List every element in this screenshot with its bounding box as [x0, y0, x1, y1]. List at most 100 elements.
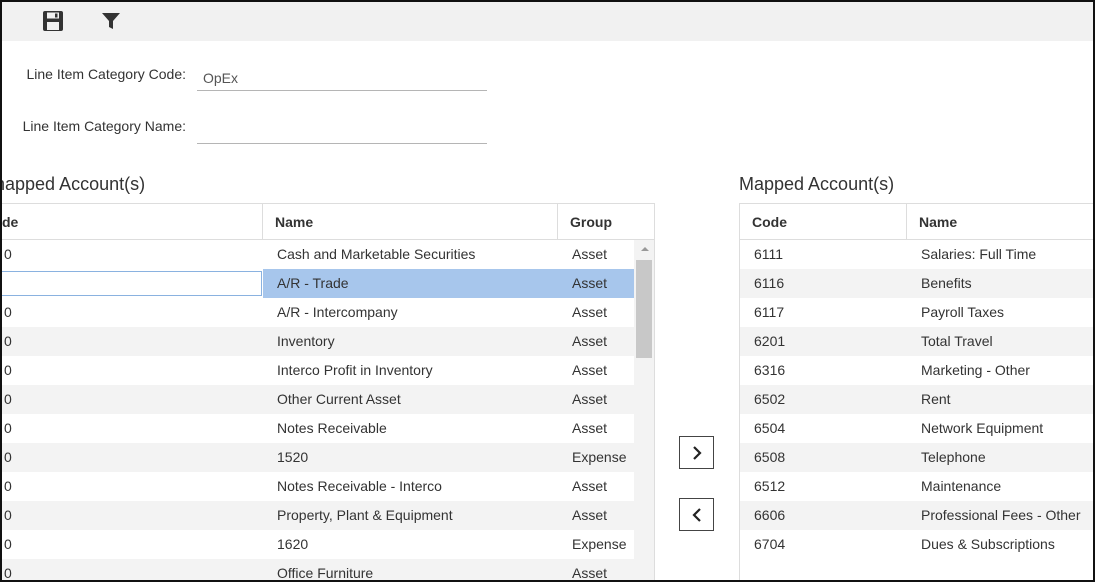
app-window: Line Item Category Code: Line Item Categ…	[0, 0, 1095, 582]
table-row[interactable]: 0 A/R - Intercompany Asset	[2, 298, 634, 327]
code-cell: 6512	[754, 478, 786, 494]
column-header-code[interactable]: Code	[740, 204, 907, 240]
code-edit-input[interactable]	[2, 271, 262, 296]
table-row[interactable]: 6117 Payroll Taxes	[740, 298, 1093, 327]
group-cell: Asset	[572, 304, 608, 320]
group-cell: Asset	[572, 478, 608, 494]
table-row[interactable]: 6316 Marketing - Other	[740, 356, 1093, 385]
category-name-label: Line Item Category Name:	[22, 118, 186, 134]
mapped-accounts-title: Mapped Account(s)	[739, 174, 895, 194]
table-row[interactable]: 6504 Network Equipment	[740, 414, 1093, 443]
category-code-label: Line Item Category Code:	[26, 66, 186, 82]
column-header-name[interactable]: Name	[263, 204, 558, 240]
category-code-input[interactable]	[197, 65, 487, 91]
column-header-code[interactable]: de	[2, 204, 263, 240]
column-header-group[interactable]: Group	[558, 204, 655, 240]
code-cell: 0	[4, 246, 12, 262]
name-cell: Salaries: Full Time	[921, 246, 1037, 262]
grid-header: Code Name	[740, 203, 1093, 240]
mapped-accounts-grid: Code Name 6111 Salaries: Full Time 6116 …	[739, 203, 1093, 580]
code-cell: 0	[4, 391, 12, 407]
name-cell: Network Equipment	[921, 420, 1044, 436]
move-to-unmapped-button[interactable]	[679, 498, 714, 531]
code-cell: 6606	[754, 507, 786, 523]
table-row[interactable]: 6201 Total Travel	[740, 327, 1093, 356]
table-row[interactable]: 6704 Dues & Subscriptions	[740, 530, 1093, 559]
table-row[interactable]: 0 Inventory Asset	[2, 327, 634, 356]
table-row[interactable]: 6508 Telephone	[740, 443, 1093, 472]
group-cell: Expense	[572, 536, 627, 552]
table-row[interactable]: 0 Interco Profit in Inventory Asset	[2, 356, 634, 385]
name-cell: Property, Plant & Equipment	[277, 507, 453, 523]
code-cell: 6504	[754, 420, 786, 436]
group-cell: Asset	[572, 246, 608, 262]
table-row[interactable]: 0 1620 Expense	[2, 530, 634, 559]
table-row[interactable]: 6512 Maintenance	[740, 472, 1093, 501]
code-cell: 6704	[754, 536, 786, 552]
name-cell: Inventory	[277, 333, 335, 349]
code-cell: 6116	[754, 275, 785, 291]
group-cell: Asset	[572, 391, 608, 407]
name-cell: Total Travel	[921, 333, 993, 349]
name-cell: Benefits	[921, 275, 972, 291]
table-row[interactable]: 6502 Rent	[740, 385, 1093, 414]
code-cell: 0	[4, 565, 12, 581]
table-row[interactable]: 0 1520 Expense	[2, 443, 634, 472]
table-row[interactable]: 0 Notes Receivable - Interco Asset	[2, 472, 634, 501]
code-cell: 0	[4, 304, 12, 320]
group-cell: Asset	[572, 275, 608, 291]
name-cell: Notes Receivable - Interco	[277, 478, 442, 494]
table-row[interactable]: 0 Notes Receivable Asset	[2, 414, 634, 443]
move-to-mapped-button[interactable]	[679, 436, 714, 469]
code-cell: 6502	[754, 391, 786, 407]
name-cell: Notes Receivable	[277, 420, 387, 436]
scroll-up-arrow-icon[interactable]	[634, 240, 655, 258]
name-cell: Interco Profit in Inventory	[277, 362, 433, 378]
table-row[interactable]: 6111 Salaries: Full Time	[740, 240, 1093, 269]
name-cell: Cash and Marketable Securities	[277, 246, 476, 262]
code-cell: 6316	[754, 362, 786, 378]
group-cell: Expense	[572, 449, 627, 465]
name-cell: Other Current Asset	[277, 391, 401, 407]
name-cell: Maintenance	[921, 478, 1002, 494]
column-header-name[interactable]: Name	[907, 204, 1093, 240]
filter-button[interactable]	[98, 8, 124, 34]
code-cell: 6111	[754, 246, 784, 262]
group-cell: Asset	[572, 507, 608, 523]
code-cell: 0	[4, 478, 12, 494]
group-cell: Asset	[572, 362, 608, 378]
scroll-thumb[interactable]	[636, 260, 652, 358]
group-cell: Asset	[572, 333, 608, 349]
name-cell: A/R - Intercompany	[277, 304, 398, 320]
table-row[interactable]: 0 Other Current Asset Asset	[2, 385, 634, 414]
unmapped-accounts-title: napped Account(s)	[0, 174, 146, 194]
code-cell: 0	[4, 507, 12, 523]
name-cell: Marketing - Other	[921, 362, 1030, 378]
table-row[interactable]: 0 Property, Plant & Equipment Asset	[2, 501, 634, 530]
table-row[interactable]: 6606 Professional Fees - Other	[740, 501, 1093, 530]
table-row[interactable]: 0 Office Furniture Asset	[2, 559, 634, 581]
table-row[interactable]: 0 Cash and Marketable Securities Asset	[2, 240, 634, 269]
unmapped-accounts-grid: de Name Group 0 Cash and Marketable Secu…	[2, 203, 655, 581]
vertical-scrollbar[interactable]	[634, 240, 655, 580]
chevron-right-icon	[692, 445, 702, 460]
save-button[interactable]	[40, 8, 66, 34]
code-cell: 6508	[754, 449, 786, 465]
group-cell: Asset	[572, 565, 608, 581]
table-row[interactable]: 6116 Benefits	[740, 269, 1093, 298]
name-cell: 1520	[277, 449, 309, 465]
name-cell: Rent	[921, 391, 951, 407]
name-cell: A/R - Trade	[277, 275, 349, 291]
code-cell: 0	[4, 362, 12, 378]
name-cell: 1620	[277, 536, 309, 552]
name-cell: Dues & Subscriptions	[921, 536, 1055, 552]
code-cell: 0	[4, 536, 12, 552]
code-cell: 0	[4, 420, 12, 436]
grid-header: de Name Group	[2, 203, 655, 240]
code-cell: 6117	[754, 304, 785, 320]
save-icon	[43, 11, 63, 31]
name-cell: Office Furniture	[277, 565, 374, 581]
category-name-input[interactable]	[197, 118, 487, 144]
table-row[interactable]: A/R - Trade Asset	[2, 269, 634, 298]
code-cell: 0	[4, 449, 12, 465]
